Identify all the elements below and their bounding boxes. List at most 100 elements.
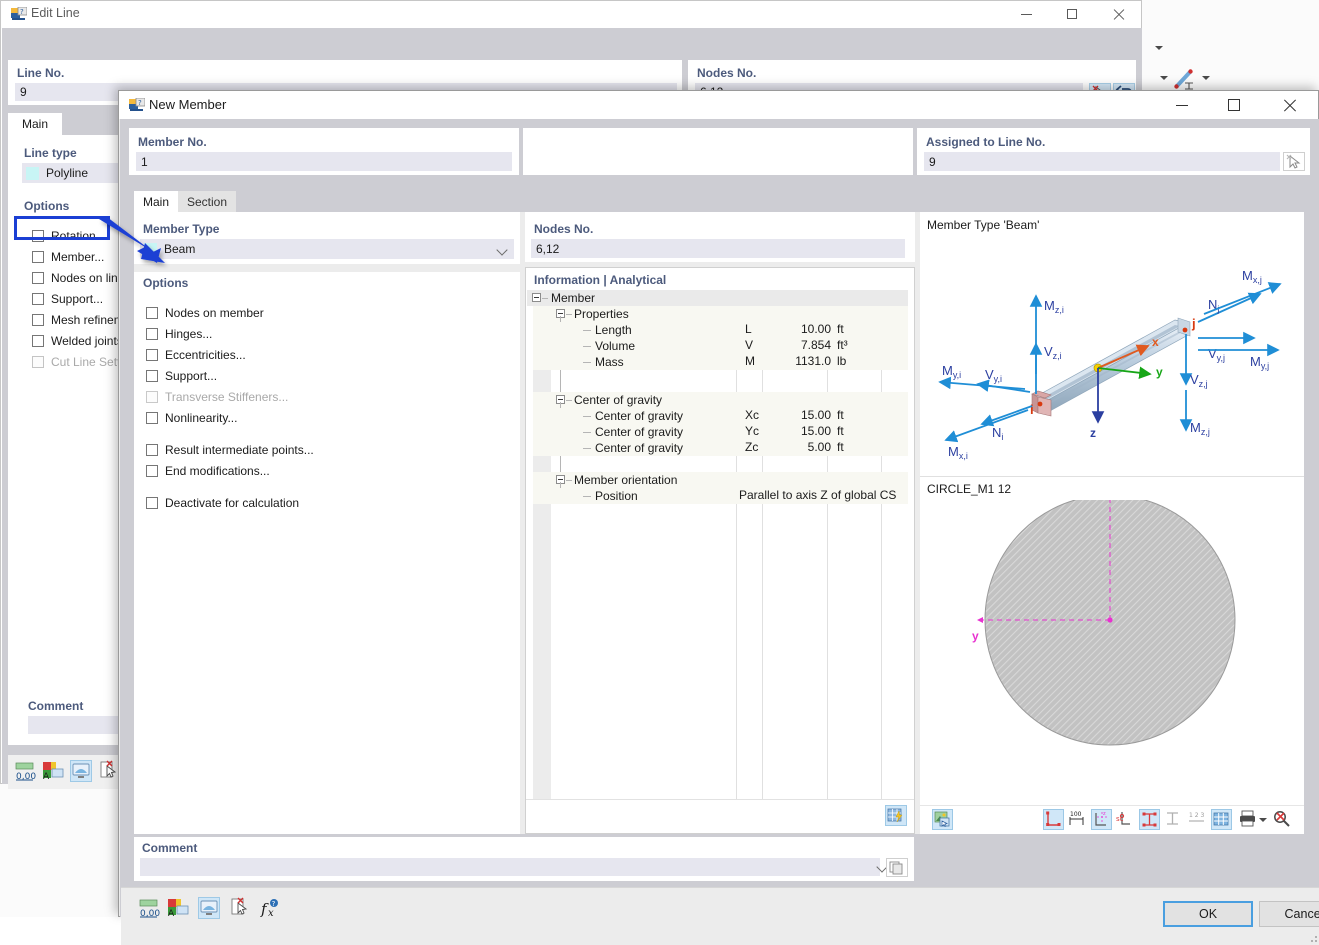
- ok-button[interactable]: OK: [1163, 901, 1253, 927]
- checkbox-icon[interactable]: [32, 293, 44, 305]
- assigned-to-line-no-input[interactable]: [924, 152, 1280, 171]
- formula-icon[interactable]: f x?: [260, 897, 282, 919]
- tab-section[interactable]: Section: [178, 191, 236, 213]
- close-icon[interactable]: [1096, 1, 1142, 28]
- deselect-icon[interactable]: [229, 897, 251, 919]
- checkbox-transverse-stiffeners: Transverse Stiffeners...: [134, 387, 514, 408]
- checkbox-nonlinearity[interactable]: Nonlinearity...: [134, 408, 514, 429]
- checkbox-end-modifications[interactable]: End modifications...: [134, 461, 514, 482]
- tree-row-unit: ft: [837, 424, 844, 438]
- view-icon[interactable]: [198, 897, 220, 919]
- tree-row[interactable]: Volume V 7.854 ft³: [533, 338, 908, 354]
- svg-text:?: ?: [20, 8, 24, 16]
- print-icon[interactable]: [1238, 809, 1259, 830]
- edit-line-titlebar[interactable]: ? Edit Line: [1, 1, 1141, 28]
- checkbox-icon[interactable]: [146, 370, 158, 382]
- tree-row[interactable]: Center of gravity Xc 15.00 ft: [533, 408, 908, 424]
- tree-group-row[interactable]: Properties: [533, 306, 908, 322]
- select-pick-icon[interactable]: [1283, 152, 1305, 171]
- checkbox-eccentricities[interactable]: Eccentricities...: [134, 345, 514, 366]
- tab-main[interactable]: Main: [8, 113, 62, 135]
- maximize-icon[interactable]: [1050, 1, 1096, 28]
- grid-icon[interactable]: [1211, 809, 1232, 830]
- tree-group-row[interactable]: Member orientation: [533, 472, 908, 488]
- display-properties-icon[interactable]: A: [167, 897, 189, 919]
- minimize-icon[interactable]: [1156, 91, 1208, 119]
- checkbox-icon[interactable]: [32, 314, 44, 326]
- information-analytical-panel: Information | Analytical Member Properti…: [525, 267, 915, 834]
- display-properties-icon[interactable]: A: [42, 760, 64, 782]
- checkbox-icon[interactable]: [146, 328, 158, 340]
- chevron-down-icon[interactable]: [1160, 76, 1168, 80]
- dimension-icon[interactable]: 100: [1067, 809, 1088, 830]
- member-type-label: Member Type: [143, 222, 220, 236]
- cancel-button[interactable]: Cancel: [1259, 901, 1319, 927]
- checkbox-result-intermediate-points[interactable]: Result intermediate points...: [134, 440, 514, 461]
- copy-icon[interactable]: [886, 858, 908, 877]
- tree-row-value: 1131.0: [795, 354, 831, 368]
- tree-row-value: 15.00: [800, 424, 831, 438]
- tab-main[interactable]: Main: [134, 191, 178, 213]
- tree-row-symbol: M: [745, 354, 755, 368]
- table-edit-icon[interactable]: [885, 805, 907, 826]
- member-comment-input[interactable]: [140, 858, 880, 876]
- checkbox-icon[interactable]: [146, 349, 158, 361]
- tree-row[interactable]: Mass M 1131.0 lb: [533, 354, 908, 370]
- checkbox-icon[interactable]: [146, 307, 158, 319]
- chevron-down-icon[interactable]: [1155, 46, 1163, 50]
- centroid-icon[interactable]: z: [1091, 809, 1112, 830]
- nodes-no-input[interactable]: [531, 239, 905, 258]
- line-tool-icon[interactable]: [1172, 67, 1198, 91]
- app-window-icon: ?: [129, 98, 145, 111]
- member-type-dropdown[interactable]: Beam: [140, 239, 514, 259]
- checkbox-icon[interactable]: [146, 465, 158, 477]
- render-image-icon[interactable]: [932, 809, 953, 830]
- highlight-box-member-option: [14, 216, 110, 240]
- tree-row[interactable]: Position Parallel to axis Z of global CS: [533, 488, 908, 504]
- maximize-icon[interactable]: [1208, 91, 1260, 119]
- member-no-label: Member No.: [138, 135, 207, 149]
- number-format-icon[interactable]: 0,00: [14, 760, 36, 782]
- tree-row-unit: ft: [837, 440, 844, 454]
- svg-text:1 2 3: 1 2 3: [1189, 812, 1204, 819]
- collapse-icon[interactable]: [532, 293, 541, 302]
- section-outline-icon[interactable]: [1043, 809, 1064, 830]
- checkbox-icon[interactable]: [32, 272, 44, 284]
- checkbox-icon[interactable]: [32, 335, 44, 347]
- shear-center-icon[interactable]: sc: [1115, 809, 1136, 830]
- checkbox-label: Member...: [51, 250, 105, 264]
- close-icon[interactable]: [1260, 91, 1318, 119]
- svg-text:i: i: [1030, 402, 1034, 417]
- section-t-icon[interactable]: [1163, 809, 1184, 830]
- checkbox-icon[interactable]: [146, 444, 158, 456]
- print-dropdown-icon[interactable]: [1259, 818, 1267, 822]
- zoom-reset-icon[interactable]: [1272, 809, 1293, 830]
- new-member-titlebar[interactable]: ? New Member: [119, 91, 1318, 119]
- svg-text:z: z: [1099, 500, 1105, 501]
- chevron-down-icon[interactable]: [496, 244, 508, 256]
- member-no-input[interactable]: [136, 152, 512, 171]
- tree-root-row[interactable]: Member: [527, 290, 908, 306]
- chevron-down-icon[interactable]: [1202, 76, 1210, 80]
- view-icon[interactable]: [70, 760, 92, 782]
- new-member-dialog: ? New Member Member No. Assigned to Line…: [118, 90, 1319, 945]
- checkbox-hinges[interactable]: Hinges...: [134, 324, 514, 345]
- tree-row[interactable]: Center of gravity Yc 15.00 ft: [533, 424, 908, 440]
- svg-text:x: x: [1152, 335, 1159, 349]
- checkbox-icon[interactable]: [32, 251, 44, 263]
- numbering-icon[interactable]: 1 2 3: [1187, 809, 1208, 830]
- checkbox-label: Nodes on member: [165, 306, 264, 320]
- tree-row[interactable]: Center of gravity Zc 5.00 ft: [533, 440, 908, 456]
- checkbox-icon[interactable]: [146, 412, 158, 424]
- checkbox-nodes-on-member[interactable]: Nodes on member: [134, 303, 514, 324]
- checkbox-deactivate-for-calculation[interactable]: Deactivate for calculation: [134, 493, 514, 514]
- resize-grip[interactable]: [1307, 932, 1317, 942]
- checkbox-support[interactable]: Support...: [134, 366, 514, 387]
- tree-group-row[interactable]: Center of gravity: [533, 392, 908, 408]
- checkbox-icon[interactable]: [146, 497, 158, 509]
- section-i-icon[interactable]: [1139, 809, 1160, 830]
- tree-row[interactable]: Length L 10.00 ft: [533, 322, 908, 338]
- number-format-icon[interactable]: 0,00: [138, 897, 160, 919]
- minimize-icon[interactable]: [1004, 1, 1050, 28]
- deselect-icon[interactable]: [98, 760, 120, 782]
